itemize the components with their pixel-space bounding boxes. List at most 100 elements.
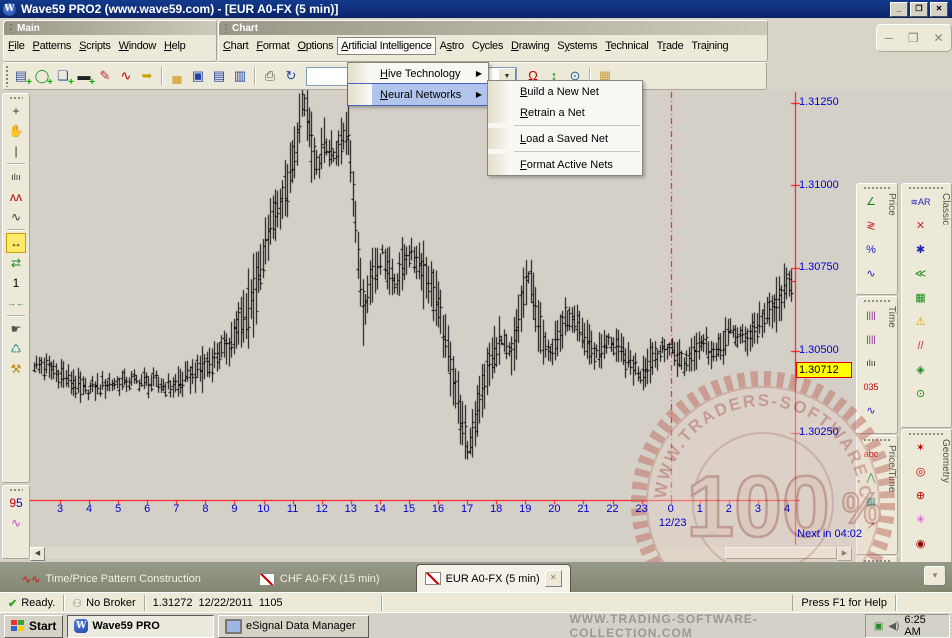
grid-icon[interactable]: ▦ [861, 491, 881, 513]
parallel-lines-icon[interactable]: // [911, 335, 931, 357]
grip-handle[interactable] [863, 438, 891, 442]
time-cycles-icon[interactable]: |||| [861, 328, 881, 350]
pointer-tool[interactable]: ☛ [6, 319, 26, 339]
circles-icon[interactable]: ◎ [911, 461, 931, 483]
grip-handle[interactable] [5, 65, 9, 87]
crosshatch-icon[interactable]: ▦ [911, 287, 931, 309]
menu-drawing[interactable]: Drawing [507, 37, 553, 55]
new-pattern-button[interactable]: ❏+ [53, 66, 73, 86]
gann-95-tool[interactable]: 95 [6, 493, 26, 513]
menu-trade[interactable]: Trade [653, 37, 688, 55]
menu-item-neural-networks[interactable]: Neural Networks▶ [348, 84, 488, 105]
planet-search-icon[interactable]: ⊙ [911, 383, 931, 405]
taskbar-item-wave59[interactable]: W Wave59 PRO [67, 615, 214, 638]
new-astro-chart-button[interactable]: ◯+ [32, 66, 52, 86]
mdi-restore-button[interactable]: ❐ [908, 31, 919, 45]
menu-format[interactable]: Format [252, 37, 293, 55]
retracement-icon[interactable]: ∠ [861, 191, 881, 213]
tab-time-price-pattern[interactable]: ∿∿ Time/Price Pattern Construction [14, 566, 209, 592]
line-chart-button[interactable]: ∿ [116, 66, 136, 86]
grip-handle[interactable] [9, 488, 23, 492]
menu-options[interactable]: Options [293, 37, 337, 55]
vector-icon[interactable]: ↗ [861, 515, 881, 537]
time-wave-icon[interactable]: ∿ [861, 400, 881, 422]
chart-toolbar-caption[interactable]: Chart [219, 21, 767, 35]
gann-fan-icon[interactable]: ≪ [911, 263, 931, 285]
bar-width-tool[interactable]: ⇄ [6, 253, 26, 273]
ellipse-cross-icon[interactable]: ⊕ [911, 485, 931, 507]
menu-patterns[interactable]: Patterns [29, 37, 76, 55]
bar-select-tool[interactable]: | [6, 141, 26, 161]
save-page-button[interactable]: ▤ [209, 66, 229, 86]
menu-item-retrain-a-net[interactable]: Retrain a Net [488, 102, 642, 123]
grip-handle[interactable] [908, 186, 945, 190]
text-label-icon[interactable]: abc [861, 443, 881, 465]
menu-systems[interactable]: Systems [553, 37, 601, 55]
trend-channel-icon[interactable]: ⋀ [861, 467, 881, 489]
chart-horizontal-scrollbar[interactable]: ◀ ▶ [30, 547, 852, 559]
new-script-button[interactable]: ▬+ [74, 66, 94, 86]
close-tab-icon[interactable]: ✕ [545, 570, 562, 587]
alert-triangle-icon[interactable]: ⚠ [911, 311, 931, 333]
square-spiral-icon[interactable]: ◈ [911, 359, 931, 381]
grip-handle[interactable] [224, 23, 228, 33]
scroll-left-icon[interactable]: ◀ [30, 547, 45, 561]
taskbar-item-esignal[interactable]: eSignal Data Manager [218, 615, 369, 638]
price-chart-canvas[interactable] [30, 90, 860, 562]
grip-handle[interactable] [863, 186, 891, 190]
grip-handle[interactable] [9, 96, 23, 100]
drawing-tools-button[interactable]: ✎ [95, 66, 115, 86]
grip-handle[interactable] [9, 23, 13, 33]
time-bars-icon[interactable]: ılıı [861, 352, 881, 374]
menu-item-hive-technology[interactable]: Hive Technology▶ [348, 63, 488, 84]
settings-wrench-tool[interactable]: ⚒ [6, 359, 26, 379]
print-button[interactable]: ⎙ [260, 66, 280, 86]
menu-item-format-active-nets[interactable]: Format Active Nets [488, 154, 642, 175]
menu-item-load-a-saved-net[interactable]: Load a Saved Net [488, 128, 642, 149]
pan-hand-tool[interactable]: ✋ [6, 121, 26, 141]
menu-technical[interactable]: Technical [601, 37, 652, 55]
time-lines-icon[interactable]: |||| [861, 304, 881, 326]
minimize-button[interactable]: _ [890, 2, 908, 17]
bullseye-icon[interactable]: ◉ [911, 533, 931, 555]
speed-lines-icon[interactable]: ✕ [911, 215, 931, 237]
bar-number-tool[interactable]: 1 [6, 273, 26, 293]
menu-chart[interactable]: Chart [219, 37, 252, 55]
bar-spacing-tool[interactable]: ↔ [6, 233, 26, 253]
speaker-icon[interactable]: ◀) [888, 621, 899, 632]
mdi-minimize-button[interactable]: ─ [884, 31, 893, 45]
start-button[interactable]: Start [4, 615, 63, 638]
line-mode-tool[interactable]: ∿ [6, 207, 26, 227]
menu-file[interactable]: File [4, 37, 29, 55]
percent-icon[interactable]: % [861, 239, 881, 261]
close-button[interactable]: ✕ [930, 2, 948, 17]
time-counts-icon[interactable]: 035 [861, 376, 881, 398]
menu-cycles[interactable]: Cycles [468, 37, 507, 55]
delete-tool[interactable]: ♺ [6, 339, 26, 359]
menu-scripts[interactable]: Scripts [75, 37, 115, 55]
tab-chf-a0-fx[interactable]: CHF A0-FX (15 min) [251, 566, 388, 592]
wave-projection-icon[interactable]: ∿ [861, 263, 881, 285]
grip-handle[interactable] [908, 432, 945, 436]
refresh-button[interactable]: ↻ [281, 66, 301, 86]
save-all-button[interactable]: ▥ [230, 66, 250, 86]
cycle-curve-tool[interactable]: ∿ [6, 513, 26, 533]
tab-eur-a0-fx[interactable]: EUR A0-FX (5 min) ✕ [416, 564, 571, 592]
mdi-close-button[interactable]: ✕ [933, 31, 943, 45]
tab-overflow-button[interactable]: ▾ [924, 566, 946, 586]
new-chart-button[interactable]: ▤+ [11, 66, 31, 86]
scrollbar-thumb[interactable] [725, 547, 837, 559]
hint-button[interactable]: ➥ [137, 66, 157, 86]
menu-artificial-intelligence[interactable]: Artificial Intelligence [337, 37, 435, 55]
menu-astro[interactable]: Astro [436, 37, 468, 55]
save-button[interactable]: ▣ [188, 66, 208, 86]
scroll-right-icon[interactable]: ▶ [837, 547, 852, 561]
compress-bars-tool[interactable]: ılıı [6, 167, 26, 187]
snap-center-tool[interactable]: →← [6, 293, 26, 313]
menu-item-build-a-new-net[interactable]: Build a New Net [488, 81, 642, 102]
menu-window[interactable]: Window [115, 37, 160, 55]
grip-handle[interactable] [863, 299, 891, 303]
main-toolbar-caption[interactable]: Main [4, 21, 216, 35]
attractor-icon[interactable]: ✶ [911, 437, 931, 459]
network-icon[interactable]: ▣ [874, 621, 883, 632]
